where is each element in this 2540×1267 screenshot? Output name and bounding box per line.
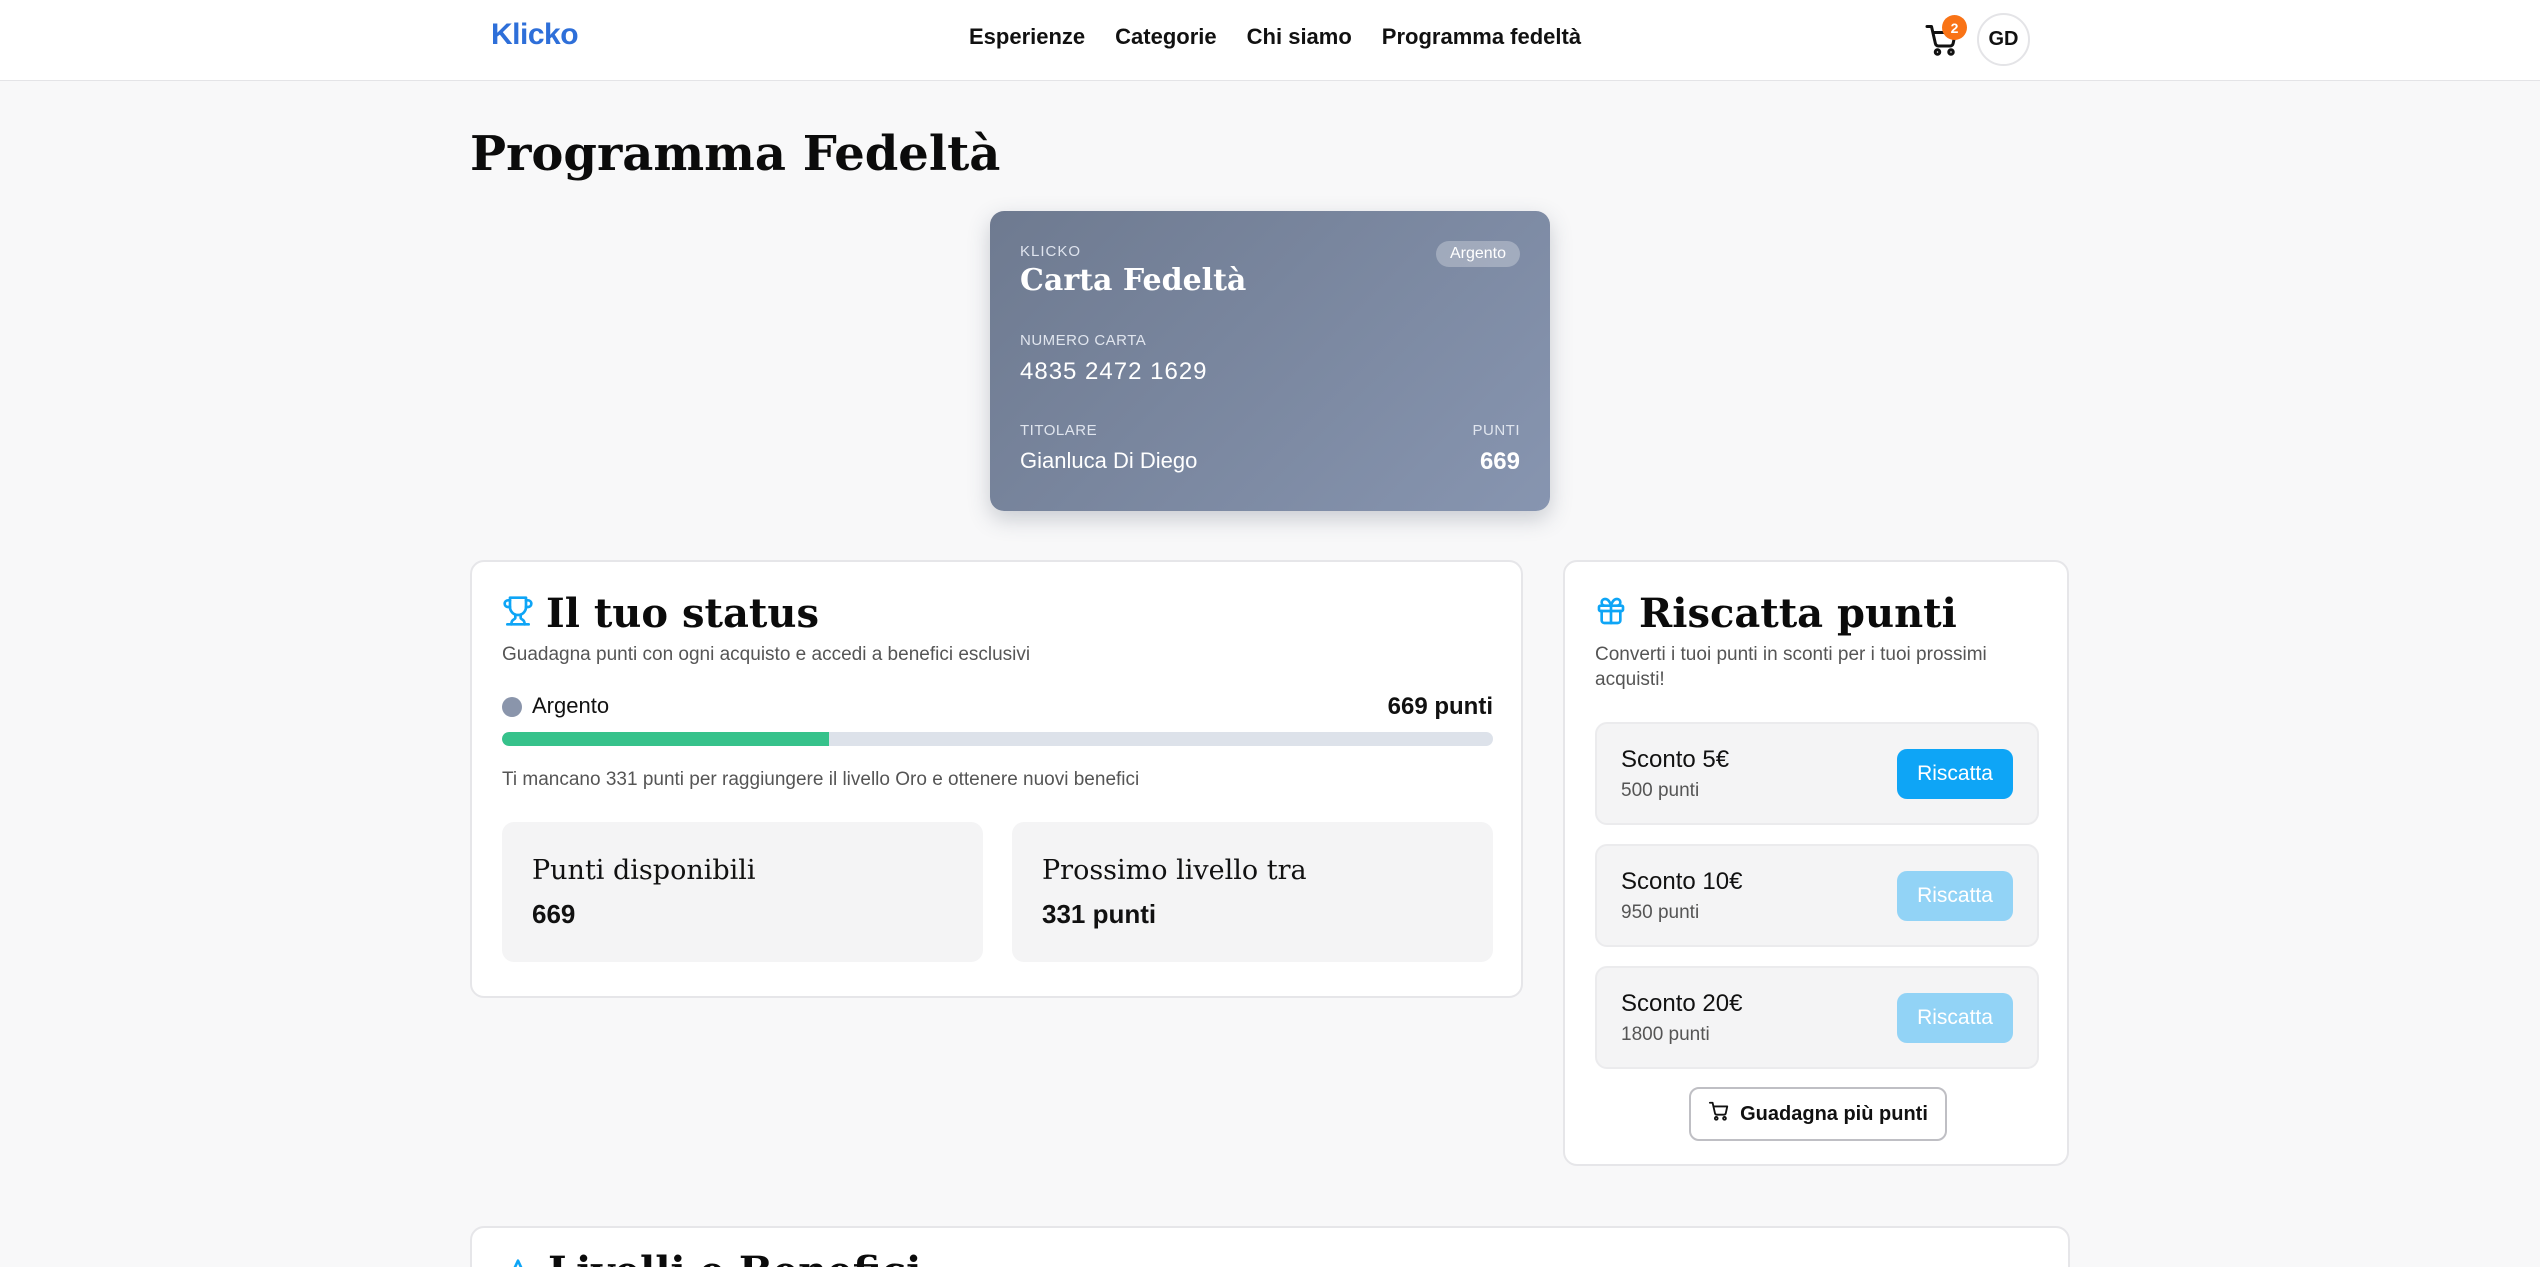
reward-item: Sconto 10€ 950 punti Riscatta	[1595, 844, 2039, 947]
earn-more-label: Guadagna più punti	[1740, 1102, 1928, 1125]
cart-count-badge: 2	[1942, 15, 1967, 40]
cart-icon	[1708, 1100, 1730, 1128]
card-points-label: PUNTI	[1472, 422, 1520, 439]
stat-label: Punti disponibili	[532, 855, 756, 886]
next-level-hint: Ti mancano 331 punti per raggiungere il …	[502, 769, 1140, 790]
reward-points: 950 punti	[1621, 902, 1700, 923]
main-nav: Esperienze Categorie Chi siamo Programma…	[969, 24, 1581, 50]
stat-available-points: Punti disponibili 669	[502, 822, 983, 962]
stat-value: 331 punti	[1042, 899, 1157, 929]
top-header: Klicko Esperienze Categorie Chi siamo Pr…	[0, 0, 2540, 81]
reward-item: Sconto 5€ 500 punti Riscatta	[1595, 722, 2039, 825]
stat-label: Prossimo livello tra	[1042, 855, 1307, 886]
card-brand: KLICKO	[1020, 243, 1082, 260]
nav-programma-fedelta[interactable]: Programma fedeltà	[1382, 24, 1581, 50]
gift-icon	[1595, 590, 1627, 637]
redeem-panel: Riscatta punti Converti i tuoi punti in …	[1563, 560, 2069, 1166]
redeem-subtitle: Converti i tuoi punti in sconti per i tu…	[1595, 644, 1987, 690]
levels-title: Livelli e Benefici	[548, 1248, 921, 1267]
tier-points: 669 punti	[1387, 693, 1493, 720]
nav-chi-siamo[interactable]: Chi siamo	[1247, 24, 1352, 50]
earn-more-points-button[interactable]: Guadagna più punti	[1689, 1087, 1947, 1141]
user-avatar[interactable]: GD	[1977, 13, 2030, 66]
tier-name: Argento	[532, 693, 610, 718]
stat-next-level: Prossimo livello tra 331 punti	[1012, 822, 1493, 962]
trophy-icon	[502, 590, 534, 637]
card-points: 669	[1479, 448, 1520, 475]
star-icon	[502, 1258, 534, 1267]
status-title-row: Il tuo status	[502, 590, 819, 637]
page-title: Programma Fedeltà	[470, 126, 1001, 182]
status-subtitle: Guadagna punti con ogni acquisto e acced…	[502, 644, 1031, 665]
tier-dot-icon	[502, 697, 522, 717]
progress-bar-fill	[502, 732, 830, 746]
card-title: Carta Fedeltà	[1020, 263, 1247, 298]
loyalty-card: KLICKO Carta Fedeltà Argento NUMERO CART…	[990, 211, 1550, 511]
logo[interactable]: Klicko	[491, 18, 579, 52]
card-holder: Gianluca Di Diego	[1020, 448, 1198, 473]
reward-item: Sconto 20€ 1800 punti Riscatta	[1595, 966, 2039, 1069]
card-holder-label: TITOLARE	[1020, 422, 1098, 439]
stat-value: 669	[532, 899, 576, 929]
card-tier-badge: Argento	[1435, 241, 1520, 267]
levels-panel: Livelli e Benefici	[470, 1226, 2070, 1267]
reward-title: Sconto 20€	[1621, 990, 1743, 1017]
redeem-button[interactable]: Riscatta	[1897, 749, 2013, 799]
redeem-button-disabled[interactable]: Riscatta	[1897, 871, 2013, 921]
progress-bar	[502, 732, 1493, 746]
reward-points: 500 punti	[1621, 780, 1700, 801]
status-panel: Il tuo status Guadagna punti con ogni ac…	[470, 560, 1523, 998]
status-title: Il tuo status	[546, 590, 819, 637]
redeem-title-row: Riscatta punti	[1595, 590, 1957, 637]
nav-esperienze[interactable]: Esperienze	[969, 24, 1085, 50]
reward-title: Sconto 5€	[1621, 746, 1730, 773]
tier-row: Argento 669 punti	[502, 691, 1493, 721]
redeem-button-disabled[interactable]: Riscatta	[1897, 993, 2013, 1043]
redeem-title: Riscatta punti	[1639, 590, 1957, 637]
card-number: 4835 2472 1629	[1020, 358, 1208, 385]
reward-title: Sconto 10€	[1621, 868, 1743, 895]
reward-points: 1800 punti	[1621, 1024, 1710, 1045]
nav-categorie[interactable]: Categorie	[1115, 24, 1216, 50]
card-number-label: NUMERO CARTA	[1020, 332, 1147, 349]
